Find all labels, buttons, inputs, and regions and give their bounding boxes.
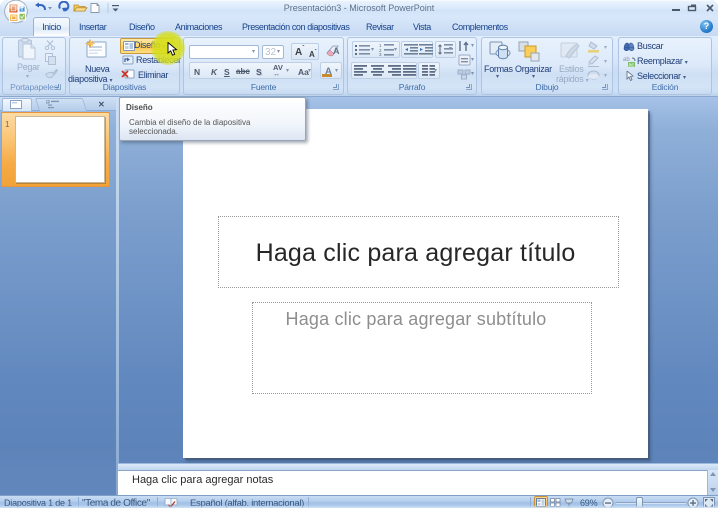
svg-text:A: A — [333, 46, 340, 56]
svg-text:3: 3 — [379, 52, 382, 56]
svg-text:ac: ac — [629, 63, 635, 68]
